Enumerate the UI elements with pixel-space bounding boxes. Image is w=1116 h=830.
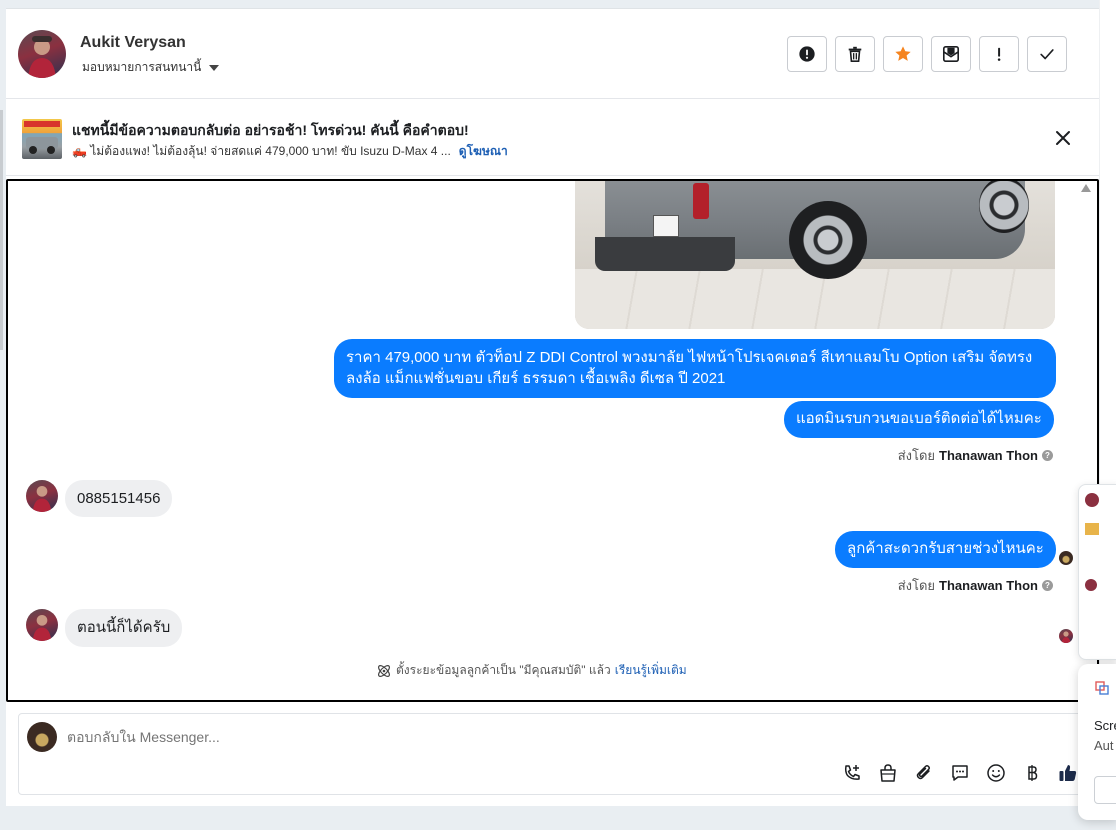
scroll-up-arrow[interactable] <box>1081 184 1091 192</box>
learn-more-link[interactable]: เรียนรู้เพิ่มเติม <box>615 661 687 680</box>
trash-icon <box>848 46 862 63</box>
report-button[interactable] <box>787 36 827 72</box>
sent-by-label: ส่งโดย Thanawan Thon ? <box>898 445 1053 466</box>
sender-name: Thanawan Thon <box>939 578 1038 593</box>
report-icon <box>799 46 815 62</box>
attach-button[interactable] <box>913 762 935 784</box>
lead-status-note: ตั้งระยะข้อมูลลูกค้าเป็น "มีคุณสมบัติ" แ… <box>376 661 687 680</box>
star-button[interactable] <box>883 36 923 72</box>
conversation-header: Aukit Verysan มอบหมายการสนทนานี้ <box>6 10 1099 99</box>
mark-unread-button[interactable] <box>931 36 971 72</box>
mark-important-button[interactable] <box>979 36 1019 72</box>
delete-button[interactable] <box>835 36 875 72</box>
outgoing-message[interactable]: แอดมินรบกวนขอเบอร์ติดต่อได้ไหมคะ <box>784 401 1054 438</box>
sent-by-prefix: ส่งโดย <box>897 578 936 593</box>
caret-down-icon <box>209 64 220 71</box>
saved-replies-button[interactable] <box>949 762 971 784</box>
preview-avatar <box>1085 493 1099 507</box>
ad-title: แชทนี้มีข้อความตอบกลับต่อ อย่ารอช้า! โทร… <box>72 122 469 138</box>
like-button[interactable] <box>1057 762 1079 784</box>
app-icon <box>1095 681 1109 695</box>
page-avatar <box>27 722 57 752</box>
truck-wheel <box>789 201 867 279</box>
mark-unread-icon <box>942 45 960 63</box>
truck-wheel <box>979 181 1029 233</box>
help-icon[interactable]: ? <box>1042 450 1053 461</box>
saved-replies-icon <box>952 765 968 781</box>
call-button[interactable] <box>841 762 863 784</box>
assign-conversation-dropdown[interactable]: มอบหมายการสนทนานี้ <box>82 58 220 77</box>
thumbs-up-icon <box>1059 765 1077 781</box>
close-icon[interactable] <box>1053 128 1073 148</box>
incoming-message[interactable]: ตอนนี้ก็ได้ครับ <box>65 609 183 647</box>
star-icon <box>895 46 911 61</box>
shopping-bag-icon <box>880 764 896 782</box>
seen-avatar <box>1059 551 1073 565</box>
assign-label: มอบหมายการสนทนานี้ <box>82 60 202 74</box>
license-plate <box>653 215 679 237</box>
minimized-inbox-preview[interactable] <box>1078 484 1116 660</box>
exclamation-icon <box>997 47 1001 61</box>
incoming-message[interactable]: 0885151456 <box>65 480 173 517</box>
showroom-floor <box>575 269 1055 329</box>
contact-avatar-small[interactable] <box>26 480 58 512</box>
popup-button[interactable] <box>1094 776 1116 804</box>
preview-avatar <box>1085 579 1097 591</box>
atom-icon <box>378 664 390 677</box>
ad-context-banner: แชทนี้มีข้อความตอบกลับต่อ อย่ารอช้า! โทร… <box>6 100 1099 176</box>
shop-button[interactable] <box>877 762 899 784</box>
ad-thumbnail[interactable] <box>22 119 62 159</box>
outgoing-message[interactable]: ลูกค้าสะดวกรับสายช่วงไหนคะ <box>835 531 1056 568</box>
sent-by-prefix: ส่งโดย <box>897 448 936 463</box>
popup-title: Scre <box>1094 718 1116 733</box>
composer-toolbar <box>841 762 1079 784</box>
contact-avatar[interactable] <box>18 30 66 78</box>
contact-name: Aukit Verysan <box>80 34 186 51</box>
preview-thumb <box>1085 523 1099 535</box>
vehicle-photo-attachment[interactable] <box>575 181 1055 329</box>
sent-by-label: ส่งโดย Thanawan Thon ? <box>898 575 1053 596</box>
popup-subtitle: Aut <box>1094 738 1114 753</box>
attachment-icon <box>916 765 930 780</box>
seen-avatar <box>1059 629 1073 643</box>
outgoing-message[interactable]: ราคา 479,000 บาท ตัวท็อป Z DDI Control พ… <box>334 339 1056 398</box>
header-actions <box>787 36 1067 72</box>
reply-input[interactable] <box>67 729 967 745</box>
payment-button[interactable] <box>1021 762 1043 784</box>
ad-subtitle-row: 🛻 ไม่ต้องแพง! ไม่ต้องลุ้น! จ่ายสดแค่ 479… <box>72 142 508 161</box>
view-ad-link[interactable]: ดูโฆษณา <box>459 142 508 161</box>
help-icon[interactable]: ? <box>1042 580 1053 591</box>
tail-light <box>693 183 709 219</box>
screen-share-popup[interactable]: Scre Aut <box>1078 664 1116 820</box>
contact-avatar-small[interactable] <box>26 609 58 641</box>
emoji-button[interactable] <box>985 762 1007 784</box>
baht-icon <box>1028 765 1038 781</box>
lead-status-text: ตั้งระยะข้อมูลลูกค้าเป็น "มีคุณสมบัติ" แ… <box>396 663 611 677</box>
sender-name: Thanawan Thon <box>939 448 1038 463</box>
emoji-icon <box>987 764 1005 782</box>
mark-done-button[interactable] <box>1027 36 1067 72</box>
call-add-icon <box>844 765 860 780</box>
check-icon <box>1040 49 1054 60</box>
ad-subtitle: 🛻 ไม่ต้องแพง! ไม่ต้องลุ้น! จ่ายสดแค่ 479… <box>72 144 451 158</box>
left-panel-edge <box>0 110 3 350</box>
message-thread[interactable]: ราคา 479,000 บาท ตัวท็อป Z DDI Control พ… <box>6 179 1099 702</box>
truck-bumper <box>595 237 735 271</box>
reply-composer <box>18 713 1100 795</box>
